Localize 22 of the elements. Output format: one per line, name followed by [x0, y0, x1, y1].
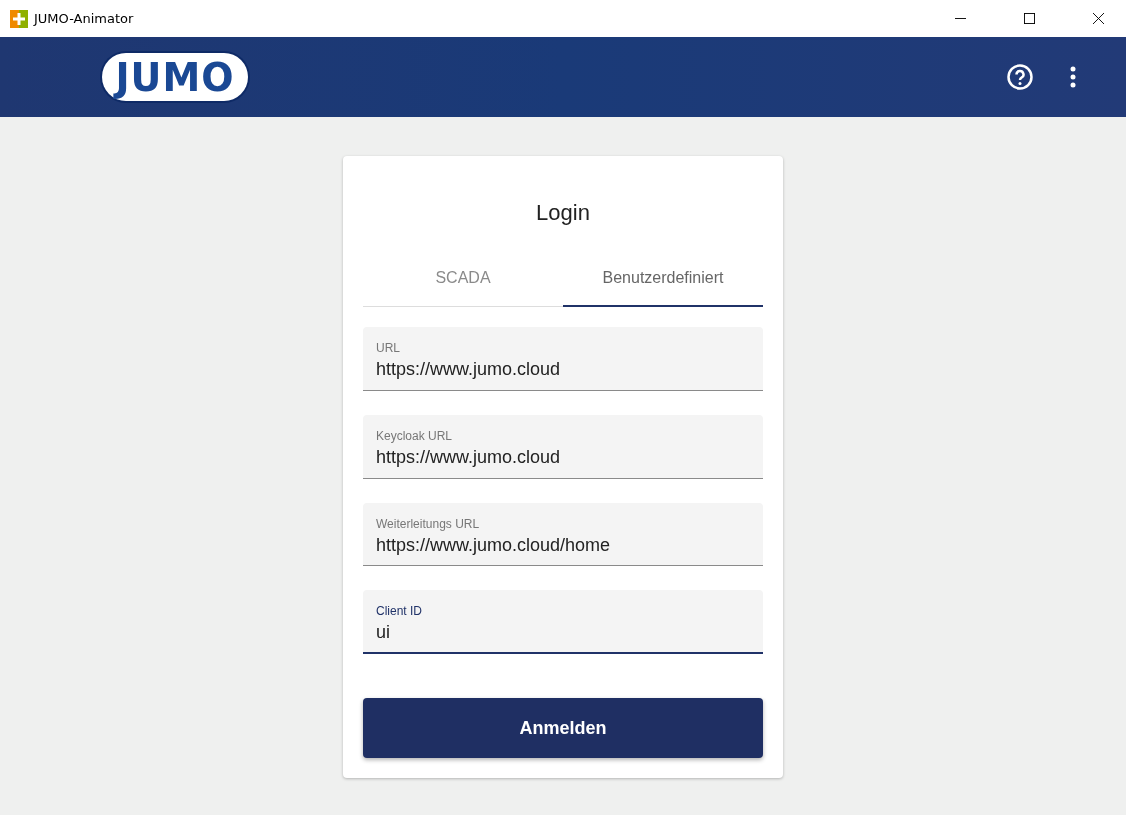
- help-icon[interactable]: [1007, 64, 1033, 90]
- text-field[interactable]: Keycloak URL https://www.jumo.cloud: [363, 414, 763, 479]
- field-value[interactable]: https://www.jumo.cloud/home: [376, 534, 750, 556]
- field-value[interactable]: ui: [376, 622, 750, 644]
- login-button[interactable]: Anmelden: [363, 698, 763, 758]
- window-title: JUMO-Animator: [34, 11, 134, 26]
- field-label: URL: [376, 341, 401, 355]
- logo: JUMO: [102, 53, 248, 101]
- login-title: Login: [535, 200, 591, 226]
- more-menu-icon[interactable]: [1070, 66, 1076, 88]
- field-label: Keycloak URL: [376, 428, 454, 443]
- field-value[interactable]: https://www.jumo.cloud: [376, 446, 750, 468]
- app-icon: [10, 9, 28, 28]
- field-label: Client ID: [376, 604, 423, 619]
- tab[interactable]: Benutzerdefiniert: [563, 250, 763, 307]
- field-value[interactable]: https://www.jumo.cloud: [376, 359, 750, 380]
- text-field[interactable]: Weiterleitungs URL https://www.jumo.cloud/home: [363, 502, 763, 567]
- close-icon[interactable]: [1093, 13, 1104, 24]
- text-field[interactable]: Client ID ui: [363, 590, 763, 655]
- field-label: Weiterleitungs URL: [376, 516, 481, 531]
- text-field[interactable]: URL https://www.jumo.cloud: [363, 327, 763, 391]
- maximize-icon[interactable]: [1024, 13, 1035, 24]
